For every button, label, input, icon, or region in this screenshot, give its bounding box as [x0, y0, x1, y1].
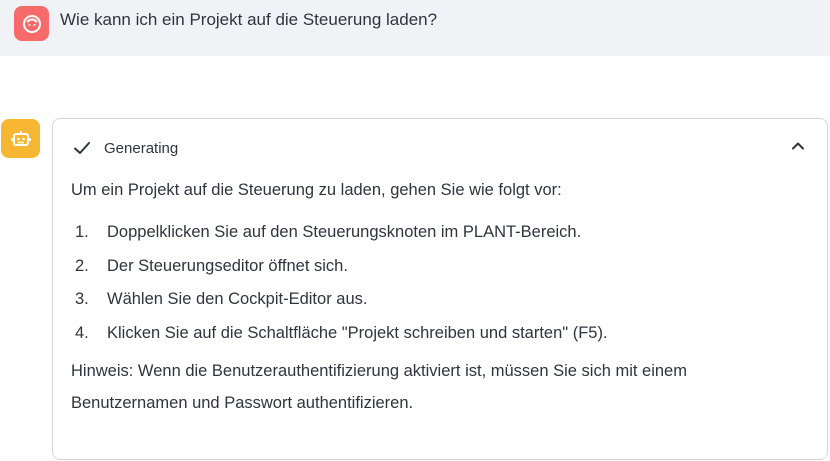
user-message-row: Wie kann ich ein Projekt auf die Steueru…: [0, 0, 830, 56]
step-text: Wählen Sie den Cockpit-Editor aus.: [107, 290, 368, 308]
steps-list: 1. Doppelklicken Sie auf den Steuerungsk…: [71, 221, 806, 344]
robot-icon: [10, 130, 31, 146]
user-avatar: [14, 6, 49, 41]
chevron-up-icon[interactable]: [791, 139, 805, 153]
chat-page: Wie kann ich ein Projekt auf die Steueru…: [0, 0, 830, 461]
step-number: 4.: [75, 323, 89, 342]
status-label: Generating: [104, 139, 179, 157]
step-text: Klicken Sie auf die Schaltfläche "Projek…: [107, 323, 608, 342]
list-item: 4. Klicken Sie auf die Schaltfläche "Pro…: [71, 322, 806, 344]
user-face-icon: [22, 14, 41, 33]
check-icon: [74, 142, 90, 154]
response-intro: Um ein Projekt auf die Steuerung zu lade…: [71, 181, 562, 199]
step-number: 2.: [75, 256, 89, 275]
step-number: 3.: [75, 290, 89, 308]
list-item: 2. Der Steuerungseditor öffnet sich.: [71, 255, 806, 277]
list-item: 3. Wählen Sie den Cockpit-Editor aus.: [71, 288, 806, 310]
step-text: Doppelklicken Sie auf den Steuerungsknot…: [107, 223, 582, 241]
user-message-text: Wie kann ich ein Projekt auf die Steueru…: [60, 10, 438, 29]
status-expander: Generating Um ein Projekt auf die Steuer…: [52, 118, 828, 460]
step-text: Der Steuerungseditor öffnet sich.: [107, 256, 348, 275]
response-note: Hinweis: Wenn die Benutzerauthentifizier…: [71, 362, 687, 412]
list-item: 1. Doppelklicken Sie auf den Steuerungsk…: [71, 221, 806, 243]
assistant-response: Um ein Projekt auf die Steuerung zu lade…: [71, 179, 806, 419]
assistant-avatar: [1, 119, 40, 158]
step-number: 1.: [75, 223, 89, 241]
status-header[interactable]: Generating: [73, 137, 178, 159]
